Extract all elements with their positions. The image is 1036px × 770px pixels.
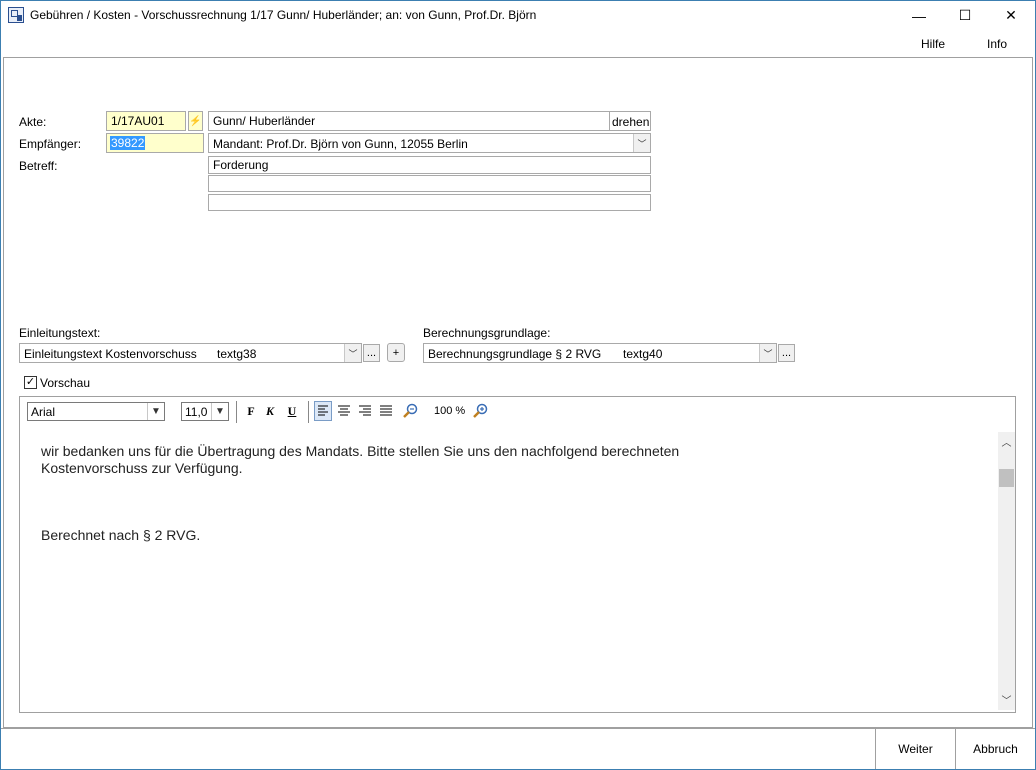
scrollbar-thumb[interactable]	[999, 469, 1014, 487]
zoom-level: 100 %	[434, 405, 466, 417]
chevron-down-icon[interactable]: ﹀	[633, 134, 650, 152]
zoom-in-icon	[473, 403, 488, 418]
toolbar-separator	[236, 401, 237, 423]
lightning-icon: ⚡	[189, 115, 202, 127]
app-document-icon	[8, 7, 24, 23]
chevron-down-icon[interactable]: ▼	[147, 403, 164, 420]
einleitungstext-value: Einleitungstext Kostenvorschuss	[24, 347, 197, 361]
zoom-in-button[interactable]	[472, 402, 490, 420]
add-text-button[interactable]: +	[387, 343, 405, 362]
akte-lightning-button[interactable]: ⚡	[188, 111, 203, 131]
maximize-button[interactable]: ☐	[942, 1, 988, 30]
bold-button[interactable]: F	[245, 404, 257, 419]
berechnungsgrundlage-label: Berechnungsgrundlage:	[423, 326, 551, 340]
abbruch-button[interactable]: Abbruch	[955, 728, 1035, 769]
underline-button[interactable]: U	[286, 404, 298, 419]
einleitungstext-code: textg38	[217, 347, 257, 361]
toolbar-separator	[308, 401, 309, 423]
doc-line-2: Kostenvorschuss zur Verfügung.	[41, 460, 243, 476]
align-justify-icon	[380, 405, 392, 416]
akte-input[interactable]: 1/17AU01	[106, 111, 186, 131]
betreff-label: Betreff:	[19, 159, 58, 173]
berechnungsgrundlage-browse-button[interactable]: ...	[778, 344, 795, 362]
empfaenger-label: Empfänger:	[19, 137, 82, 151]
akte-name-field: Gunn/ Huberländer	[208, 111, 610, 131]
scroll-down-icon[interactable]: ﹀	[1000, 692, 1013, 707]
align-center-icon	[338, 405, 350, 416]
doc-line-1: wir bedanken uns für die Übertragung des…	[41, 443, 680, 459]
betreff-input-3[interactable]	[208, 194, 651, 211]
berechnungsgrundlage-value: Berechnungsgrundlage § 2 RVG	[428, 347, 602, 361]
weiter-button[interactable]: Weiter	[875, 728, 955, 769]
akte-label: Akte:	[19, 115, 47, 129]
scroll-up-icon[interactable]: ︿	[1000, 434, 1013, 449]
vorschau-checkbox[interactable]: ✓	[24, 376, 37, 389]
font-family-select[interactable]: Arial ▼	[27, 402, 165, 421]
align-right-button[interactable]	[357, 402, 373, 420]
betreff-input-2[interactable]	[208, 175, 651, 192]
zoom-out-button[interactable]	[402, 402, 420, 420]
empfaenger-input[interactable]: 39822	[106, 133, 204, 153]
empfaenger-combo-value: Mandant: Prof.Dr. Björn von Gunn, 12055 …	[213, 137, 468, 151]
align-right-icon	[359, 405, 371, 416]
align-left-button[interactable]	[314, 401, 332, 421]
drehen-button[interactable]: drehen	[609, 111, 651, 131]
doc-line-3: Berechnet nach § 2 RVG.	[41, 527, 201, 543]
chevron-down-icon[interactable]: ▼	[211, 403, 228, 420]
betreff-input-1[interactable]: Forderung	[208, 156, 651, 174]
close-button[interactable]: ✕	[988, 1, 1034, 30]
einleitungstext-browse-button[interactable]: ...	[363, 344, 380, 362]
vorschau-label: Vorschau	[40, 376, 91, 390]
einleitungstext-label: Einleitungstext:	[19, 326, 101, 340]
chevron-down-icon[interactable]: ﹀	[344, 344, 361, 362]
italic-button[interactable]: K	[264, 404, 276, 419]
empfaenger-selected-text: 39822	[110, 136, 146, 150]
align-center-button[interactable]	[336, 402, 352, 420]
minimize-button[interactable]: —	[896, 1, 942, 30]
window-title: Gebühren / Kosten - Vorschussrechnung 1/…	[30, 8, 537, 22]
menu-info[interactable]: Info	[987, 37, 1007, 51]
menu-help[interactable]: Hilfe	[921, 37, 945, 51]
checkmark-icon: ✓	[25, 376, 36, 388]
font-size-select[interactable]: 11,0 ▼	[181, 402, 229, 421]
berechnungsgrundlage-combo[interactable]: Berechnungsgrundlage § 2 RVG textg40 ﹀	[423, 343, 777, 363]
align-justify-button[interactable]	[378, 402, 394, 420]
berechnungsgrundlage-code: textg40	[623, 347, 663, 361]
zoom-out-icon	[403, 403, 418, 418]
font-family-value: Arial	[31, 405, 56, 419]
einleitungstext-combo[interactable]: Einleitungstext Kostenvorschuss textg38 …	[19, 343, 362, 363]
chevron-down-icon[interactable]: ﹀	[759, 344, 776, 362]
empfaenger-combo[interactable]: Mandant: Prof.Dr. Björn von Gunn, 12055 …	[208, 133, 651, 153]
align-left-icon	[318, 405, 328, 416]
font-size-value: 11,0	[185, 405, 208, 419]
